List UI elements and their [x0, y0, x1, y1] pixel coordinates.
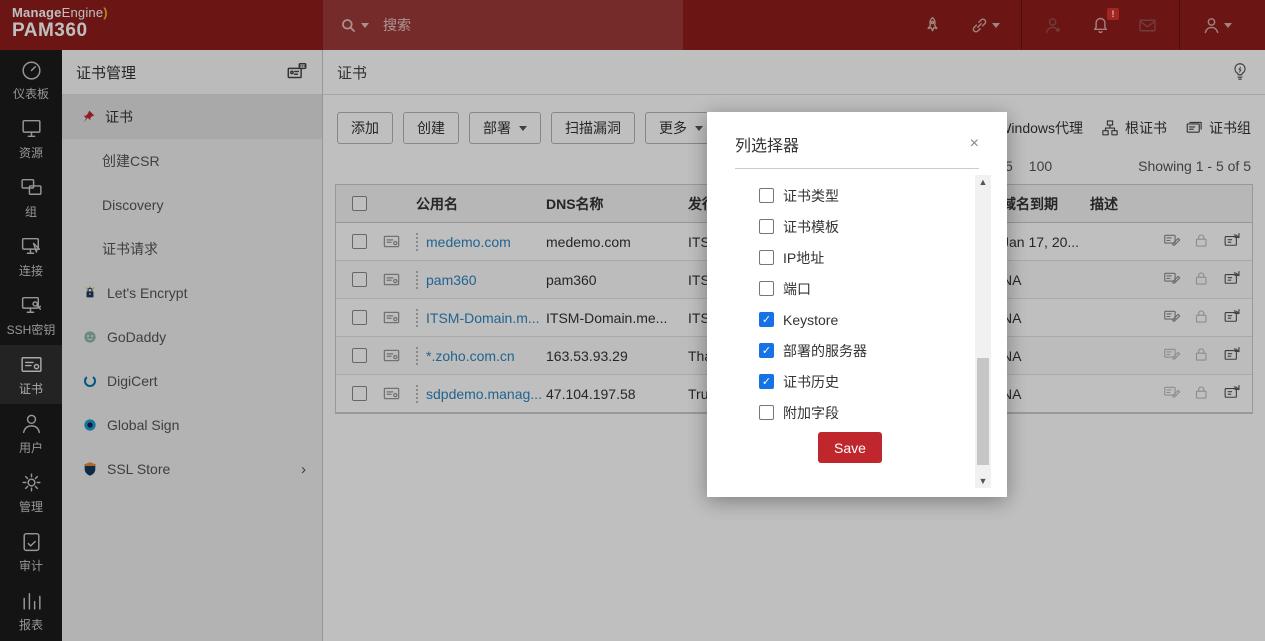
scrollbar-thumb[interactable] — [977, 358, 989, 465]
checkbox[interactable] — [759, 405, 774, 420]
dialog-title: 列选择器 — [735, 132, 799, 156]
save-button[interactable]: Save — [818, 432, 882, 463]
column-option[interactable]: 附加字段 — [759, 397, 1007, 428]
column-option-label: Keystore — [783, 312, 838, 328]
column-option-label: 部署的服务器 — [783, 341, 867, 361]
column-option[interactable]: 部署的服务器 — [759, 335, 1007, 366]
column-option-label: 证书类型 — [783, 186, 839, 206]
column-option-label: IP地址 — [783, 248, 824, 268]
column-option-label: 证书历史 — [783, 372, 839, 392]
checkbox[interactable] — [759, 219, 774, 234]
column-option[interactable]: Keystore — [759, 304, 1007, 335]
column-option-label: 证书模板 — [783, 217, 839, 237]
column-option-label: 端口 — [783, 279, 811, 299]
modal-overlay[interactable] — [0, 0, 1265, 641]
column-option[interactable]: 证书类型 — [759, 180, 1007, 211]
scroll-up-icon[interactable]: ▲ — [975, 175, 991, 189]
scroll-down-icon[interactable]: ▼ — [975, 474, 991, 488]
checkbox[interactable] — [759, 374, 774, 389]
column-option[interactable]: 证书模板 — [759, 211, 1007, 242]
checkbox[interactable] — [759, 312, 774, 327]
checkbox[interactable] — [759, 281, 774, 296]
column-selector-dialog: 列选择器 × 证书类型 证书模板 IP地址 端口 Keystore 部署的服务器 — [707, 112, 1007, 497]
checkbox[interactable] — [759, 188, 774, 203]
checkbox[interactable] — [759, 343, 774, 358]
column-option[interactable]: IP地址 — [759, 242, 1007, 273]
column-option[interactable]: 端口 — [759, 273, 1007, 304]
close-icon[interactable]: × — [970, 135, 979, 153]
dialog-scrollbar[interactable]: ▲ ▼ — [975, 175, 991, 488]
checkbox[interactable] — [759, 250, 774, 265]
column-option[interactable]: 证书历史 — [759, 366, 1007, 397]
column-option-label: 附加字段 — [783, 403, 839, 423]
